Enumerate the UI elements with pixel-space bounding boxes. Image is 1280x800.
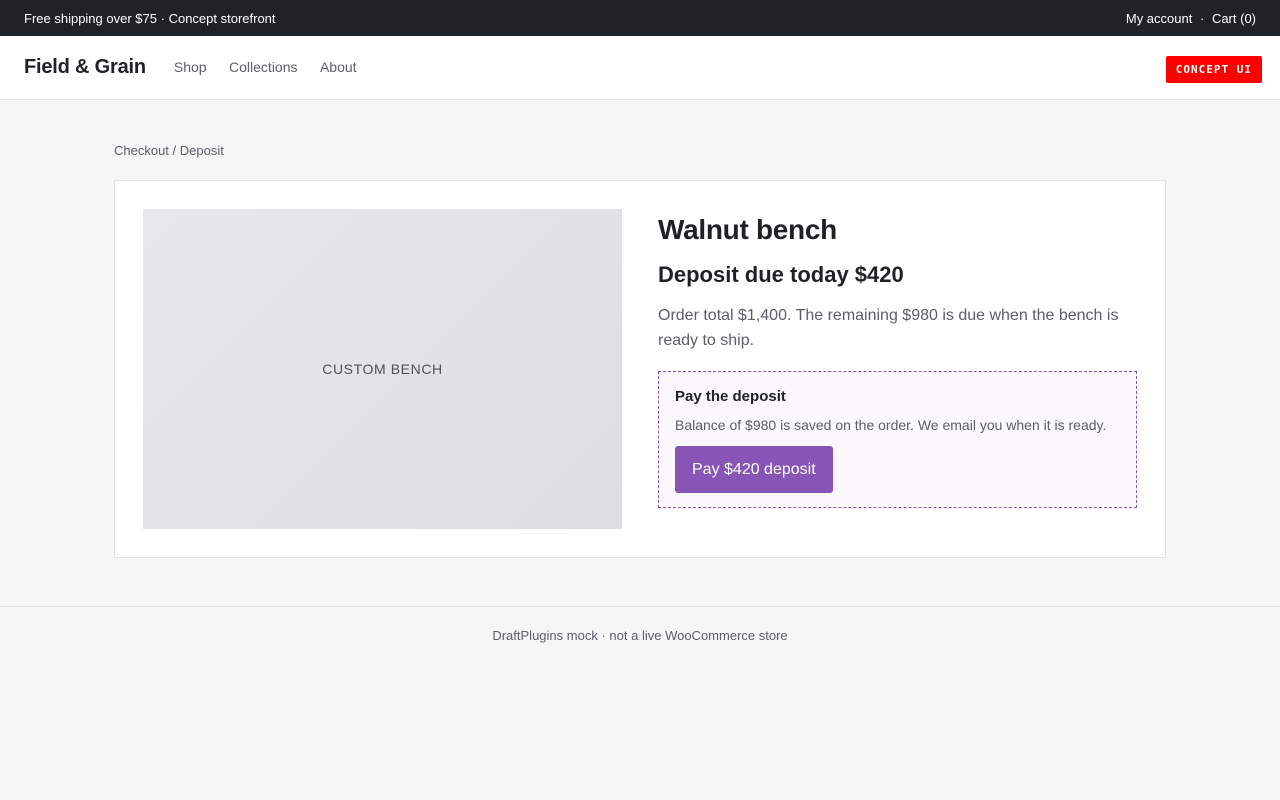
announcement-text: Free shipping over $75 · Concept storefr… [24, 11, 276, 26]
cart-link[interactable]: Cart (0) [1212, 11, 1256, 26]
deposit-due-heading: Deposit due today $420 [658, 262, 904, 287]
footer-text-disclaimer: not a live WooCommerce store [609, 628, 788, 643]
nav-collections[interactable]: Collections [229, 59, 297, 75]
main-content: Checkout / Deposit CUSTOM BENCH Walnut b… [114, 100, 1166, 558]
nav-shop[interactable]: Shop [174, 59, 207, 75]
separator: · [1199, 10, 1205, 26]
footer-text: DraftPlugins mock [492, 628, 598, 643]
product-details: Walnut bench Deposit due today $420 Orde… [658, 209, 1137, 529]
pay-deposit-panel: Pay the deposit Balance of $980 is saved… [658, 371, 1137, 508]
breadcrumb: Checkout / Deposit [114, 143, 1166, 159]
site-header: Field & Grain Shop Collections About CON… [0, 36, 1280, 100]
account-links: My account · Cart (0) [1126, 11, 1256, 26]
deposit-card: CUSTOM BENCH Walnut bench Deposit due to… [114, 180, 1166, 558]
storefront-label: Concept storefront [168, 10, 276, 26]
nav-about[interactable]: About [320, 59, 357, 75]
breadcrumb-current: Deposit [179, 143, 224, 158]
site-footer: DraftPlugins mock · not a live WooCommer… [0, 606, 1280, 643]
announcement-bar: Free shipping over $75 · Concept storefr… [0, 0, 1280, 36]
shipping-promo: Free shipping over $75 [24, 10, 157, 26]
brand-logo[interactable]: Field & Grain [24, 56, 146, 79]
footer-separator: · [601, 628, 606, 643]
product-image-placeholder: CUSTOM BENCH [143, 209, 622, 529]
breadcrumb-checkout[interactable]: Checkout [114, 143, 169, 158]
concept-ui-badge: CONCEPT UI [1165, 56, 1262, 83]
product-image-label: CUSTOM BENCH [322, 361, 443, 377]
pay-deposit-title: Pay the deposit [675, 388, 786, 405]
order-summary-text: Order total $1,400. The remaining $980 i… [658, 307, 1119, 349]
my-account-link[interactable]: My account [1126, 11, 1192, 26]
separator: · [160, 10, 165, 26]
pay-deposit-button[interactable]: Pay $420 deposit [675, 446, 833, 493]
breadcrumb-separator: / [168, 143, 180, 158]
product-title: Walnut bench [658, 214, 837, 245]
main-nav: Shop Collections About [174, 59, 375, 77]
balance-note: Balance of $980 is saved on the order. W… [675, 417, 1107, 433]
